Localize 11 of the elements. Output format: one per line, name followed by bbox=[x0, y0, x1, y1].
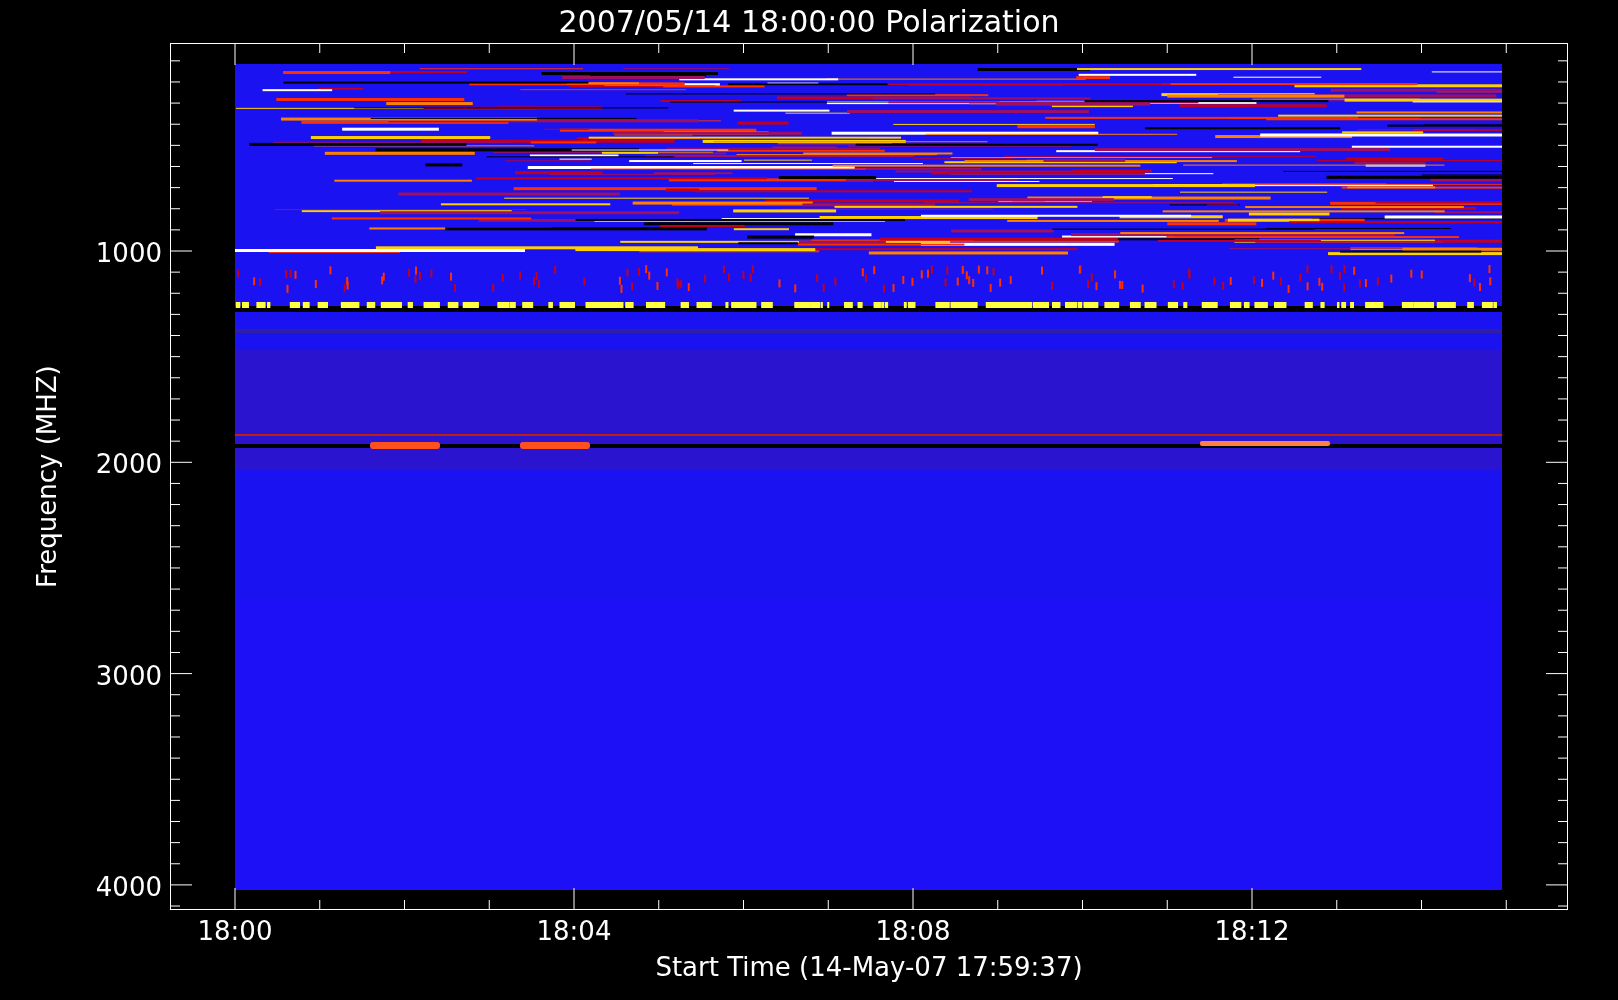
y-tick-label: 3000 bbox=[95, 660, 162, 692]
x-tick-label: 18:12 bbox=[1214, 916, 1290, 948]
x-tick-label: 18:04 bbox=[536, 916, 612, 948]
y-tick-label: 2000 bbox=[95, 449, 162, 481]
x-tick-label: 18:08 bbox=[875, 916, 951, 948]
chart-title: 2007/05/14 18:00:00 Polarization bbox=[558, 3, 1060, 40]
y-tick-label: 1000 bbox=[95, 238, 162, 270]
x-axis-label: Start Time (14-May-07 17:59:37) bbox=[655, 952, 1083, 984]
x-tick-label: 18:00 bbox=[197, 916, 273, 948]
y-tick-label: 4000 bbox=[95, 871, 162, 904]
y-axis-label: Frequency (MHZ) bbox=[31, 365, 63, 588]
